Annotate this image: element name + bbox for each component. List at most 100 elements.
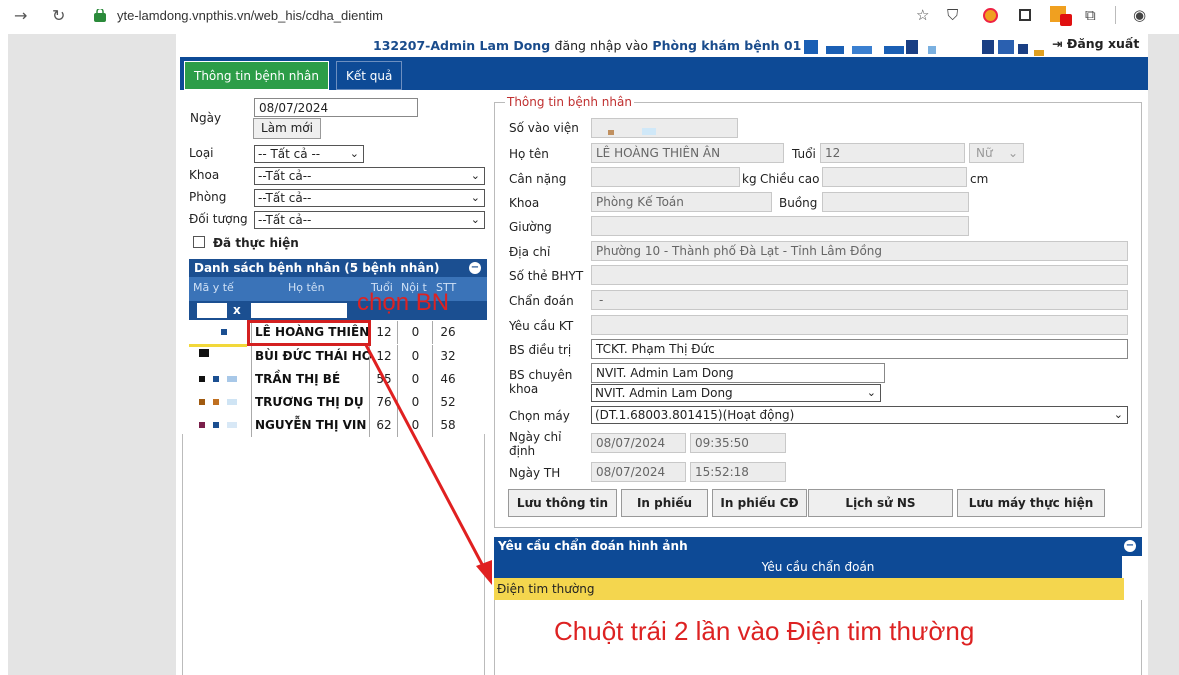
specialist-label-line2: khoa xyxy=(509,382,539,396)
collapse-icon[interactable]: − xyxy=(1124,540,1136,552)
row-stt: 52 xyxy=(432,391,463,414)
login-room: Phòng khám bệnh 01 xyxy=(652,38,802,53)
specialist-label-line1: BS chuyên xyxy=(509,368,573,382)
notification-badge-icon xyxy=(1060,14,1072,26)
col-request[interactable]: Yêu cầu chẩn đoán xyxy=(762,560,875,574)
gender-select[interactable]: Nữ ⌄ xyxy=(969,143,1024,163)
table-row[interactable]: BÙI ĐỨC THÁI HO 12 0 32 xyxy=(189,345,487,368)
bed-input[interactable] xyxy=(591,216,969,236)
redacted-block xyxy=(1034,50,1044,56)
chevron-down-icon: ⌄ xyxy=(470,213,480,226)
name-label: Họ tên xyxy=(509,147,549,161)
subject-label: Đối tượng xyxy=(189,212,248,226)
subject-select[interactable]: --Tất cả-- ⌄ xyxy=(254,211,485,229)
col-ho-ten[interactable]: Họ tên xyxy=(288,281,325,294)
clear-filter-button[interactable]: x xyxy=(233,303,241,317)
diagnosis-input[interactable]: - xyxy=(591,290,1128,310)
row-stt: 32 xyxy=(432,345,463,368)
room-info-input[interactable] xyxy=(822,192,969,212)
name-input[interactable]: LÊ HOÀNG THIÊN ÂN xyxy=(591,143,784,163)
bhyt-input[interactable] xyxy=(591,265,1128,285)
tab-patient-info[interactable]: Thông tin bệnh nhân xyxy=(184,61,329,90)
machine-select[interactable]: (DT.1.68003.801415)(Hoạt động) ⌄ xyxy=(591,406,1128,424)
order-time-input[interactable]: 09:35:50 xyxy=(690,433,786,453)
request-input[interactable] xyxy=(591,315,1128,335)
profile-icon[interactable]: ◉ xyxy=(1133,6,1146,24)
refresh-button[interactable]: Làm mới xyxy=(253,118,321,139)
specialist-input[interactable]: NVIT. Admin Lam Dong xyxy=(591,363,885,383)
redacted-block xyxy=(642,128,656,135)
order-date-input[interactable]: 08/07/2024 xyxy=(591,433,686,453)
row-age: 12 xyxy=(369,345,398,368)
date-label: Ngày xyxy=(190,111,222,125)
reload-icon[interactable]: ↻ xyxy=(52,6,65,25)
redacted-block xyxy=(804,40,818,54)
age-input[interactable]: 12 xyxy=(820,143,965,163)
save-machine-button[interactable]: Lưu máy thực hiện xyxy=(957,489,1105,517)
request-row-ecg[interactable]: Điện tim thường xyxy=(494,578,1124,600)
address-label: Địa chỉ xyxy=(509,245,551,259)
dept-select-value: --Tất cả-- xyxy=(258,169,312,183)
site-security-icon[interactable] xyxy=(93,7,107,23)
page-margin-left xyxy=(8,34,176,675)
date-input[interactable]: 08/07/2024 xyxy=(254,98,418,117)
redacted-block xyxy=(221,329,227,335)
annotation-select-patient: chọn BN xyxy=(357,289,450,316)
row-noi: 0 xyxy=(397,321,433,344)
row-noi: 0 xyxy=(397,391,433,414)
print-order-button[interactable]: In phiếu CĐ xyxy=(712,489,807,517)
exec-time-input[interactable]: 15:52:18 xyxy=(690,462,786,482)
print-form-button[interactable]: In phiếu xyxy=(621,489,708,517)
exec-date-input[interactable]: 08/07/2024 xyxy=(591,462,686,482)
bookmark-star-icon[interactable]: ☆ xyxy=(916,6,929,24)
history-button[interactable]: Lịch sử NS xyxy=(808,489,953,517)
dept-select[interactable]: --Tất cả-- ⌄ xyxy=(254,167,485,185)
address-bar[interactable]: yte-lamdong.vnpthis.vn/web_his/cdha_dien… xyxy=(117,8,383,23)
height-unit: cm xyxy=(970,172,989,186)
address-input[interactable]: Phường 10 - Thành phố Đà Lạt - Tỉnh Lâm … xyxy=(591,241,1128,261)
col-ma-y-te[interactable]: Mã y tế xyxy=(193,281,234,294)
admission-input[interactable] xyxy=(591,118,738,138)
specialist-select[interactable]: NVIT. Admin Lam Dong ⌄ xyxy=(591,384,881,402)
redacted-block xyxy=(199,376,205,382)
table-row[interactable]: TRƯƠNG THỊ DỤ 76 0 52 xyxy=(189,391,487,414)
selected-patient-highlight xyxy=(247,320,371,346)
redacted-block xyxy=(928,46,936,54)
redacted-block xyxy=(884,46,904,54)
type-label: Loại xyxy=(189,146,214,160)
exec-date-label: Ngày TH xyxy=(509,466,561,480)
forward-arrow-icon[interactable]: → xyxy=(14,6,27,25)
done-checkbox[interactable] xyxy=(193,236,205,248)
extension-window-icon[interactable] xyxy=(1019,9,1031,21)
chevron-down-icon: ⌄ xyxy=(866,386,876,399)
dept-label: Khoa xyxy=(189,168,220,182)
logout-link[interactable]: ⇥ Đăng xuất xyxy=(1052,36,1139,51)
save-info-button[interactable]: Lưu thông tin xyxy=(508,489,617,517)
tab-results[interactable]: Kết quả xyxy=(336,61,403,90)
age-label: Tuổi xyxy=(792,147,816,161)
admission-label: Số vào viện xyxy=(509,121,579,135)
patient-info-legend: Thông tin bệnh nhân xyxy=(505,95,634,109)
height-input[interactable] xyxy=(822,167,967,187)
row-name: BÙI ĐỨC THÁI HO xyxy=(251,345,372,368)
name-filter-input[interactable] xyxy=(251,303,347,318)
code-filter-input[interactable] xyxy=(197,303,227,318)
row-name: TRƯƠNG THỊ DỤ xyxy=(251,391,372,414)
room-select[interactable]: --Tất cả-- ⌄ xyxy=(254,189,485,207)
weight-unit: kg xyxy=(742,172,757,186)
login-text: đăng nhập vào xyxy=(554,38,649,53)
weight-input[interactable] xyxy=(591,167,740,187)
doctor-input[interactable]: TCKT. Phạm Thị Đức xyxy=(591,339,1128,359)
table-row[interactable]: TRẦN THỊ BÉ 55 0 46 xyxy=(189,368,487,391)
collapse-icon[interactable]: − xyxy=(469,262,481,274)
extensions-icon[interactable]: ⧉ xyxy=(1085,6,1096,24)
request-label: Yêu cầu KT xyxy=(509,319,574,333)
type-select[interactable]: -- Tất cả -- ⌄ xyxy=(254,145,364,163)
gender-select-value: Nữ xyxy=(976,146,993,160)
dept-info-input[interactable]: Phòng Kế Toán xyxy=(591,192,772,212)
extension-icon[interactable] xyxy=(983,8,998,23)
row-name: TRẦN THỊ BÉ xyxy=(251,368,372,391)
shield-icon[interactable]: ⛉ xyxy=(947,6,958,24)
logout-label: Đăng xuất xyxy=(1066,36,1140,51)
specialist-select-value: NVIT. Admin Lam Dong xyxy=(595,386,733,400)
